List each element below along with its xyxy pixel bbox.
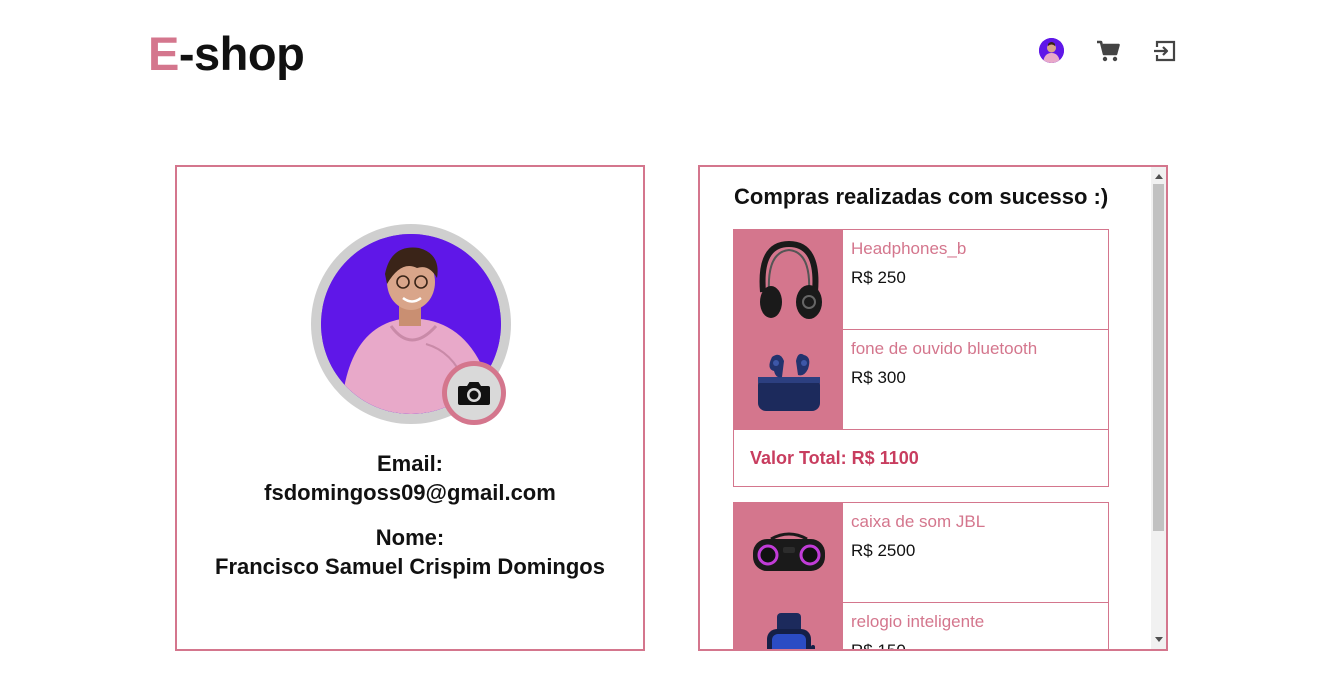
order-item[interactable]: Headphones_b R$ 250: [734, 230, 1108, 330]
smartwatch-image: [766, 613, 815, 649]
order-item[interactable]: caixa de som JBL R$ 2500: [734, 503, 1108, 603]
product-price: R$ 300: [851, 368, 906, 387]
logo-text: -shop: [178, 27, 305, 80]
logout-icon: [1154, 40, 1176, 62]
product-name[interactable]: relogio inteligente: [851, 612, 984, 632]
order-item[interactable]: fone de ouvido bluetooth R$ 300: [734, 330, 1108, 430]
product-name[interactable]: fone de ouvido bluetooth: [851, 339, 1037, 359]
order-total: Valor Total: R$ 1100: [750, 447, 919, 468]
change-photo-button[interactable]: [442, 361, 506, 425]
scroll-down-arrow-icon: [1154, 637, 1163, 642]
product-image-headphones: [734, 230, 843, 329]
cart-icon: [1097, 40, 1120, 62]
user-avatar-button[interactable]: [1039, 38, 1064, 63]
product-price: R$ 2500: [851, 541, 916, 560]
orders-panel[interactable]: Compras realizadas com sucesso :) Headph…: [698, 165, 1168, 651]
email-value: fsdomingoss09@gmail.com: [264, 480, 556, 505]
name-section: Nome: Francisco Samuel Crispim Domingos: [177, 523, 643, 581]
email-label: Email:: [376, 451, 444, 476]
headphones-image: [759, 240, 822, 319]
earbuds-image: [757, 353, 820, 411]
scroll-up-button[interactable]: [1151, 169, 1166, 184]
product-image-speaker: [734, 503, 843, 602]
cart-button[interactable]: [1095, 38, 1121, 64]
email-section: Email: fsdomingoss09@gmail.com: [177, 449, 643, 507]
order-group: Headphones_b R$ 250 fone de ouvido bluet…: [733, 229, 1109, 487]
camera-button-face: [447, 366, 501, 420]
name-value: Francisco Samuel Crispim Domingos: [215, 554, 605, 579]
camera-icon: [458, 382, 490, 405]
order-item[interactable]: relogio inteligente R$ 150: [734, 603, 1108, 651]
product-name[interactable]: Headphones_b: [851, 239, 966, 259]
product-price: R$ 250: [851, 268, 906, 287]
orders-title: Compras realizadas com sucesso :): [734, 184, 1109, 209]
scroll-up-arrow-icon: [1154, 174, 1163, 179]
product-image-bluetooth-earbuds: [734, 330, 843, 429]
product-name[interactable]: caixa de som JBL: [851, 512, 985, 532]
product-image-smartwatch: [734, 603, 843, 649]
user-avatar-icon: [1039, 38, 1064, 63]
name-label: Nome:: [375, 525, 445, 550]
order-group: caixa de som JBL R$ 2500 relogio intelig…: [733, 502, 1109, 651]
logo[interactable]: E-shop: [148, 26, 305, 82]
profile-card: Email: fsdomingoss09@gmail.com Nome: Fra…: [175, 165, 645, 651]
product-price: R$ 150: [851, 641, 906, 651]
scroll-thumb[interactable]: [1153, 184, 1164, 531]
speaker-image: [752, 532, 825, 571]
logo-accent: E: [148, 27, 179, 80]
orders-scrollbar[interactable]: [1151, 167, 1166, 649]
logout-button[interactable]: [1152, 38, 1178, 64]
scroll-down-button[interactable]: [1151, 632, 1166, 647]
